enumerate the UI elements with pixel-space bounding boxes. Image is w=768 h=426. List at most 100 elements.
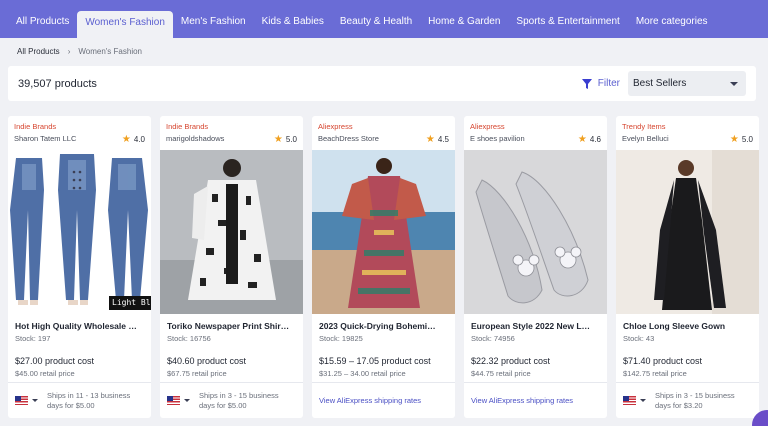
chevron-right-icon: ›	[67, 46, 71, 56]
product-title[interactable]: 2023 Quick-Drying Bohemi…	[312, 314, 455, 331]
tab-all-products[interactable]: All Products	[8, 11, 77, 38]
chevron-down-icon[interactable]	[32, 399, 38, 402]
retail-price: $44.75 retail price	[471, 369, 531, 378]
shipping-rates-link[interactable]: View AliExpress shipping rates	[471, 396, 573, 405]
product-card[interactable]: Indie Brands marigoldshadows ★ 5.0 Torik…	[160, 116, 303, 418]
stock-count: Stock: 74956	[471, 334, 515, 343]
rating-value: 4.5	[437, 135, 449, 144]
rating: ★ 5.0	[274, 134, 297, 145]
brand-label: Indie Brands	[14, 122, 57, 131]
sort-select[interactable]: Best Sellers	[628, 71, 746, 96]
star-icon: ★	[577, 134, 587, 145]
stock-count: Stock: 43	[623, 334, 655, 343]
stock-count: Stock: 16756	[167, 334, 211, 343]
brand-label: Aliexpress	[318, 122, 353, 131]
filter-label: Filter	[597, 78, 620, 89]
shipping-text: Ships in 3 - 15 business days for $5.00	[199, 391, 279, 411]
us-flag-icon[interactable]	[15, 396, 28, 405]
image-caption: Light Bl	[112, 298, 151, 307]
product-card[interactable]: Aliexpress BeachDress Store ★ 4.5 2023 Q…	[312, 116, 455, 418]
chevron-down-icon[interactable]	[184, 399, 190, 402]
us-flag-icon[interactable]	[167, 396, 180, 405]
product-card[interactable]: Trendy Items Evelyn Belluci ★ 5.0 Chloe L…	[616, 116, 759, 418]
results-toolbar: 39,507 products Filter Best Sellers	[8, 66, 756, 101]
product-grid: Indie Brands Sharon Tatem LLC ★ 4.0 Ligh…	[8, 116, 759, 418]
shipping-info: Ships in 3 - 15 business days for $5.00	[160, 382, 303, 418]
retail-price: $45.00 retail price	[15, 369, 75, 378]
product-image[interactable]	[160, 150, 303, 314]
rating: ★ 4.0	[122, 134, 145, 145]
category-nav: All Products Women's Fashion Men's Fashi…	[0, 0, 768, 38]
filter-button[interactable]: Filter	[581, 78, 620, 89]
product-image[interactable]: Light Bl	[8, 150, 151, 314]
tab-more-categories[interactable]: More categories	[628, 11, 716, 38]
product-cost: $15.59 – 17.05 product cost	[319, 356, 431, 366]
shipping-line-2: days for $5.00	[199, 400, 247, 410]
shipping-line-2: days for $3.20	[655, 400, 703, 410]
tab-mens-fashion[interactable]: Men's Fashion	[173, 11, 254, 38]
product-card[interactable]: Indie Brands Sharon Tatem LLC ★ 4.0 Ligh…	[8, 116, 151, 418]
shipping-line-1: Ships in 3 - 15 business	[655, 390, 735, 400]
shipping-info: View AliExpress shipping rates	[312, 382, 455, 418]
tab-kids-babies[interactable]: Kids & Babies	[254, 11, 332, 38]
shipping-rates-link[interactable]: View AliExpress shipping rates	[319, 396, 421, 405]
us-flag-icon[interactable]	[623, 396, 636, 405]
brand-label: Indie Brands	[166, 122, 209, 131]
breadcrumb-root-link[interactable]: All Products	[17, 47, 60, 56]
rating-value: 4.6	[589, 135, 601, 144]
filter-icon	[581, 78, 592, 89]
shipping-line-1: Ships in 3 - 15 business	[199, 390, 279, 400]
product-image[interactable]	[616, 150, 759, 314]
rating: ★ 4.6	[578, 134, 601, 145]
product-image[interactable]	[464, 150, 607, 314]
rating-value: 4.0	[133, 135, 145, 144]
sort-select-value: Best Sellers	[633, 78, 687, 89]
product-title[interactable]: Chloe Long Sleeve Gown	[616, 314, 759, 331]
star-icon: ★	[121, 134, 131, 145]
retail-price: $31.25 – 34.00 retail price	[319, 369, 406, 378]
brand-label: Trendy Items	[622, 122, 666, 131]
shipping-line-2: days for $5.00	[47, 400, 95, 410]
product-title[interactable]: Hot High Quality Wholesale …	[8, 314, 151, 331]
shipping-text: Ships in 11 - 13 business days for $5.00	[47, 391, 130, 411]
product-cost: $27.00 product cost	[15, 356, 95, 366]
retail-price: $67.75 retail price	[167, 369, 227, 378]
product-title[interactable]: European Style 2022 New L…	[464, 314, 607, 331]
star-icon: ★	[729, 134, 739, 145]
card-header: Indie Brands Sharon Tatem LLC ★ 4.0	[8, 116, 151, 150]
stock-count: Stock: 197	[15, 334, 51, 343]
star-icon: ★	[273, 134, 283, 145]
star-icon: ★	[425, 134, 435, 145]
product-cost: $40.60 product cost	[167, 356, 247, 366]
breadcrumb-current: Women's Fashion	[78, 46, 142, 56]
shipping-line-1: Ships in 11 - 13 business	[47, 390, 131, 400]
product-title[interactable]: Toriko Newspaper Print Shir…	[160, 314, 303, 331]
product-cost: $22.32 product cost	[471, 356, 551, 366]
rating-value: 5.0	[741, 135, 753, 144]
card-header: Aliexpress BeachDress Store ★ 4.5	[312, 116, 455, 150]
card-header: Aliexpress E shoes pavilion ★ 4.6	[464, 116, 607, 150]
chevron-down-icon[interactable]	[640, 399, 646, 402]
product-image[interactable]	[312, 150, 455, 314]
rating-value: 5.0	[285, 135, 297, 144]
tab-home-garden[interactable]: Home & Garden	[420, 11, 508, 38]
product-card[interactable]: Aliexpress E shoes pavilion ★ 4.6 Europea…	[464, 116, 607, 418]
retail-price: $142.75 retail price	[623, 369, 687, 378]
tab-beauty-health[interactable]: Beauty & Health	[332, 11, 420, 38]
breadcrumb: All Products › Women's Fashion	[0, 38, 768, 64]
rating: ★ 5.0	[730, 134, 753, 145]
card-header: Trendy Items Evelyn Belluci ★ 5.0	[616, 116, 759, 150]
card-header: Indie Brands marigoldshadows ★ 5.0	[160, 116, 303, 150]
shipping-info: View AliExpress shipping rates	[464, 382, 607, 418]
product-cost: $71.40 product cost	[623, 356, 703, 366]
tab-womens-fashion[interactable]: Women's Fashion	[77, 11, 173, 38]
rating: ★ 4.5	[426, 134, 449, 145]
tab-sports-entertainment[interactable]: Sports & Entertainment	[508, 11, 627, 38]
product-count: 39,507 products	[18, 77, 97, 90]
chevron-down-icon	[730, 81, 738, 86]
brand-label: Aliexpress	[470, 122, 505, 131]
shipping-info: Ships in 3 - 15 business days for $3.20	[616, 382, 759, 418]
shipping-info: Ships in 11 - 13 business days for $5.00	[8, 382, 151, 418]
stock-count: Stock: 19825	[319, 334, 363, 343]
shipping-text: Ships in 3 - 15 business days for $3.20	[655, 391, 735, 411]
